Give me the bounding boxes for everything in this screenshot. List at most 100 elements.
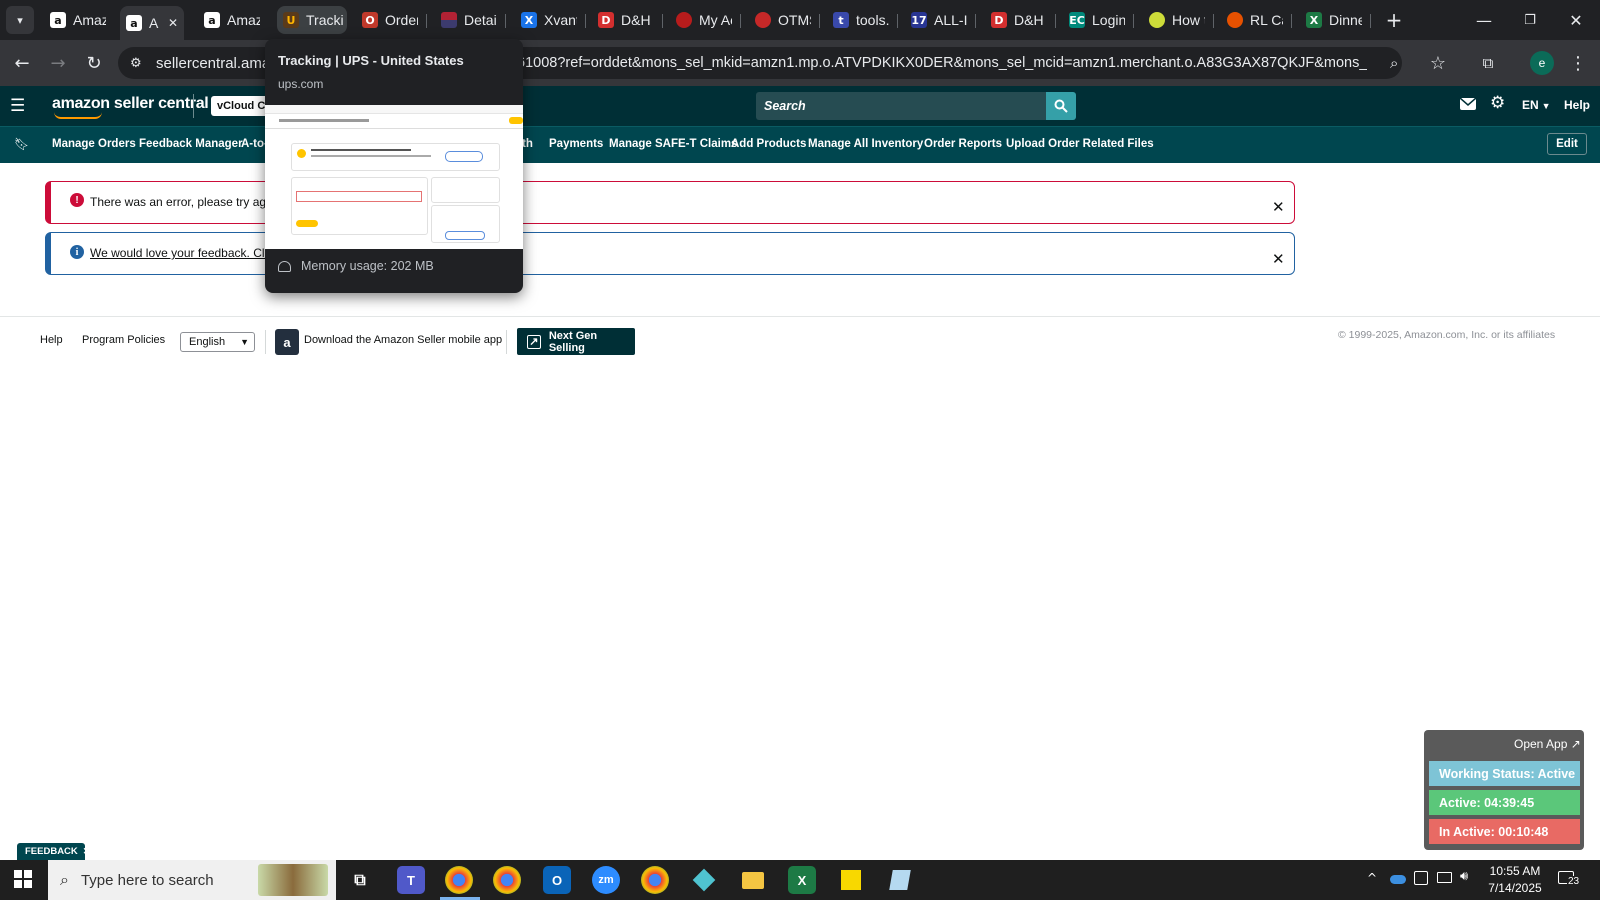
- browser-tab[interactable]: D D&H: [592, 6, 654, 34]
- search-icon: ⌕: [60, 870, 69, 889]
- store-selector[interactable]: vCloud Ch: [211, 96, 271, 116]
- start-button[interactable]: [14, 870, 34, 890]
- browser-tab[interactable]: O Order: [356, 6, 418, 34]
- browser-tab[interactable]: EC Login: [1063, 6, 1125, 34]
- volume-icon[interactable]: 🔊︎: [1460, 869, 1468, 884]
- amazon-icon: a: [126, 15, 142, 31]
- clock[interactable]: 10:55 AM 7/14/2025: [1486, 863, 1544, 897]
- minimize-icon: —: [1476, 10, 1492, 30]
- restore-button[interactable]: ❐: [1512, 8, 1548, 32]
- browser-tab-strip: ▾ a Amaz a A ✕ a Amaz U Tracki O Order Detail X Xvant…: [0, 0, 1600, 40]
- search-input[interactable]: Search: [756, 92, 1046, 120]
- security-tray-icon[interactable]: [1414, 871, 1428, 885]
- onedrive-icon[interactable]: [1390, 875, 1406, 884]
- language-dropdown[interactable]: English ▼: [180, 332, 255, 352]
- nav-item[interactable]: Payments: [549, 138, 603, 150]
- feedback-tab[interactable]: FEEDBACK ✕: [17, 843, 90, 860]
- reload-button[interactable]: ↻: [82, 51, 106, 75]
- mail-button[interactable]: [1459, 97, 1477, 110]
- browser-tab[interactable]: 17 ALL-I: [905, 6, 967, 34]
- browser-tab[interactable]: Detail: [435, 6, 497, 34]
- back-button[interactable]: ←: [10, 51, 34, 75]
- sticky-notes-app[interactable]: [837, 866, 865, 894]
- forward-button[interactable]: →: [46, 51, 70, 75]
- footer-help-link[interactable]: Help: [40, 334, 63, 346]
- amazon-app-icon[interactable]: a: [275, 329, 299, 355]
- taskbar-search-box[interactable]: ⌕ Type here to search: [48, 860, 336, 900]
- bookmark-star-button[interactable]: ☆: [1426, 51, 1450, 75]
- browser-tab[interactable]: X Xvant: [515, 6, 577, 34]
- chrome-profile-app[interactable]: [493, 866, 521, 894]
- network-icon[interactable]: [1437, 872, 1452, 883]
- browser-tab[interactable]: RL Ca: [1221, 6, 1283, 34]
- extensions-button[interactable]: ⧉: [1476, 51, 1500, 75]
- browser-menu-button[interactable]: ⋮: [1566, 51, 1590, 75]
- program-policies-link[interactable]: Program Policies: [82, 334, 165, 346]
- search-button[interactable]: [1046, 92, 1076, 120]
- nav-item[interactable]: A-to-: [241, 138, 268, 150]
- language-selector[interactable]: EN ▼: [1522, 98, 1551, 112]
- nav-item[interactable]: Manage All Inventory: [808, 138, 923, 150]
- teams-app[interactable]: T: [397, 866, 425, 894]
- chrome-app-2[interactable]: [641, 866, 669, 894]
- nav-item[interactable]: Manage SAFE-T Claims: [609, 138, 737, 150]
- nav-item[interactable]: Manage Orders: [52, 138, 136, 150]
- diamond-app[interactable]: [690, 866, 718, 894]
- notes-app[interactable]: [886, 866, 914, 894]
- close-icon[interactable]: ✕: [83, 846, 91, 857]
- language-code: EN: [1522, 98, 1539, 112]
- open-app-link[interactable]: Open App ↗: [1514, 737, 1581, 751]
- bookmark-nav-button[interactable]: 🔖︎: [14, 137, 29, 151]
- show-hidden-icons-button[interactable]: ^: [1367, 871, 1377, 885]
- zoom-app[interactable]: zm: [592, 866, 620, 894]
- help-text: Help: [1564, 98, 1591, 112]
- profile-initial: e: [1538, 56, 1546, 70]
- nav-item[interactable]: Add Products: [731, 138, 806, 150]
- preview-tracking-input: [296, 191, 422, 202]
- browser-tab[interactable]: How t: [1143, 6, 1205, 34]
- dismiss-info-button[interactable]: ✕: [1272, 250, 1285, 268]
- feedback-link[interactable]: We would love your feedback. Clic: [90, 246, 273, 260]
- new-tab-button[interactable]: +: [1382, 8, 1406, 32]
- hamburger-menu-button[interactable]: ☰: [10, 96, 28, 116]
- browser-tab[interactable]: a Amaz: [198, 6, 260, 34]
- header-divider: [193, 94, 194, 118]
- minimize-button[interactable]: —: [1466, 8, 1502, 32]
- excel-app[interactable]: X: [788, 866, 816, 894]
- browser-tab[interactable]: OTMS: [749, 6, 811, 34]
- outlook-app[interactable]: O: [543, 866, 571, 894]
- zoom-icon[interactable]: ⌕: [1390, 54, 1398, 72]
- tab-separator: [426, 14, 427, 28]
- browser-tab[interactable]: D D&H: [985, 6, 1047, 34]
- settings-button[interactable]: ⚙: [1490, 93, 1505, 113]
- error-icon: !: [70, 193, 84, 207]
- browser-tab[interactable]: U Tracki: [277, 6, 347, 34]
- browser-tab[interactable]: a Amaz: [44, 6, 106, 34]
- edit-nav-button[interactable]: Edit: [1547, 133, 1587, 155]
- next-gen-selling-button[interactable]: ↗ Next Gen Selling: [517, 328, 635, 355]
- seller-central-logo[interactable]: amazon seller central: [52, 95, 209, 119]
- chrome-app-active[interactable]: [445, 866, 473, 894]
- browser-tab[interactable]: a A ✕: [120, 6, 184, 40]
- task-view-button[interactable]: ⧉: [346, 866, 374, 894]
- profile-avatar[interactable]: e: [1530, 51, 1554, 75]
- task-view-icon: ⧉: [354, 870, 366, 889]
- mobile-app-link[interactable]: Download the Amazon Seller mobile app: [304, 334, 502, 346]
- nav-item[interactable]: Order Reports: [924, 138, 1002, 150]
- close-window-button[interactable]: ✕: [1558, 8, 1594, 32]
- dismiss-error-button[interactable]: ✕: [1272, 198, 1285, 216]
- browser-tab[interactable]: X Dinne: [1300, 6, 1362, 34]
- site-settings-icon[interactable]: ⚙: [130, 56, 150, 71]
- nav-item[interactable]: Feedback Manager: [139, 138, 243, 150]
- notification-center-button[interactable]: 23: [1558, 871, 1581, 887]
- header-help-link[interactable]: Help: [1564, 98, 1590, 112]
- nav-item[interactable]: Upload Order Related Files: [1006, 138, 1154, 150]
- nav-item[interactable]: th: [522, 138, 533, 150]
- close-tab-icon[interactable]: ✕: [168, 16, 178, 30]
- file-explorer-app[interactable]: [739, 866, 767, 894]
- browser-tab[interactable]: My Ac: [670, 6, 732, 34]
- tab-search-button[interactable]: ▾: [6, 6, 34, 34]
- tab-title: How t: [1172, 12, 1205, 28]
- browser-tab[interactable]: t tools.: [827, 6, 889, 34]
- tab-title: Dinne: [1329, 12, 1362, 28]
